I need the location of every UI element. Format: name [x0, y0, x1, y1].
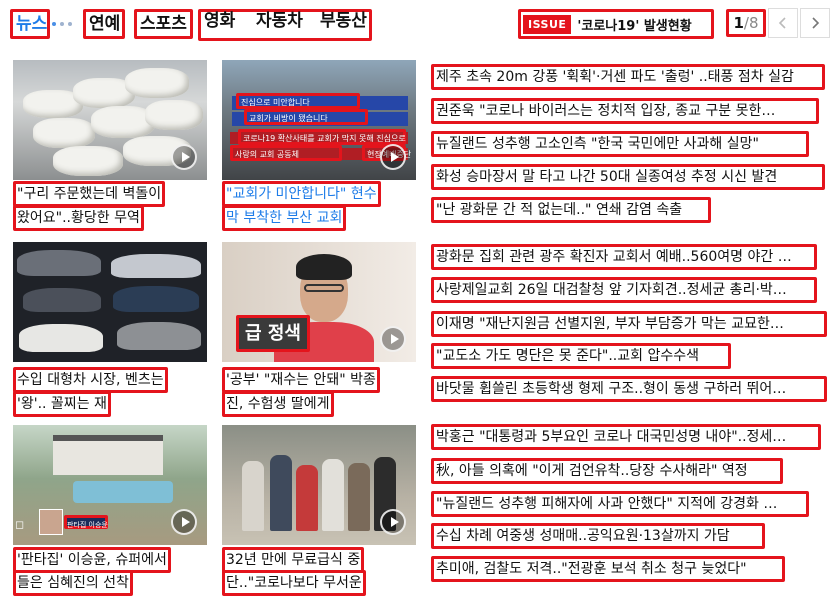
news-card[interactable] — [13, 60, 209, 180]
headline-item[interactable]: 사랑제일교회 26일 대검찰청 앞 기자회견..정세균 총리·박… — [431, 277, 817, 303]
news-thumbnail[interactable]: ◻ 판타집 이승윤 — [13, 425, 207, 545]
headline-item[interactable]: 추미애, 검찰도 저격.."전광훈 보석 취소 청구 늦었다" — [431, 556, 785, 582]
tab-cars[interactable]: 자동차 — [253, 9, 306, 39]
news-thumbnail[interactable] — [222, 425, 416, 545]
camera-icon: ◻ — [15, 518, 25, 531]
headline-item[interactable]: 박홍근 "대통령과 5부요인 코로나 대국민성명 내야"..정세… — [431, 424, 821, 450]
news-caption-line[interactable]: '공부' "재수는 안돼" 박종 — [222, 367, 380, 393]
news-thumbnail[interactable]: 급 정색 — [222, 242, 416, 362]
play-icon[interactable] — [380, 144, 406, 170]
headline-item[interactable]: 바닷물 휩쓸린 초등학생 형제 구조..형이 동생 구하러 뛰어… — [431, 376, 827, 402]
tab-movies[interactable]: 영화 — [201, 9, 238, 39]
headline-item[interactable]: 수십 차례 여중생 성매매..공익요원·13살까지 가담 — [431, 523, 765, 549]
headline-item[interactable]: 권준욱 "코로나 바이러스는 정치적 입장, 종교 구분 못한… — [431, 98, 819, 124]
news-caption-line[interactable]: '왕'.. 꼴찌는 재 — [13, 391, 111, 417]
thumb-sign: 진심으로 미안합니다 — [236, 93, 360, 109]
news-thumbnail[interactable] — [13, 60, 207, 180]
news-caption-line[interactable]: 진, 수험생 딸에게 — [222, 391, 334, 417]
next-page-button[interactable] — [800, 8, 830, 38]
news-card[interactable]: ◻ 판타집 이승윤 — [13, 425, 209, 545]
headline-item[interactable]: 화성 승마장서 말 타고 나간 50대 실종여성 추정 시신 발견 — [431, 164, 825, 190]
play-icon[interactable] — [171, 144, 197, 170]
page-total: /8 — [743, 14, 759, 32]
headline-item[interactable]: 제주 초속 20m 강풍 '휙휙'·거센 파도 '출렁' ..태풍 점차 실감 — [431, 64, 825, 90]
thumb-sign: 교회가 비방이 됐습니다 — [244, 109, 368, 125]
prev-page-button[interactable] — [768, 8, 798, 38]
news-caption-line[interactable]: "교회가 미안합니다" 현수 — [222, 181, 381, 207]
issue-badge: ISSUE — [523, 14, 572, 34]
headline-item[interactable]: "난 광화문 간 적 없는데.." 연쇄 감염 속출 — [431, 197, 711, 223]
headline-item[interactable]: 뉴질랜드 성추행 고소인측 "한국 국민에만 사과해 실망" — [431, 131, 809, 157]
thumb-sign: 코로나19 확산사태를 교회가 막지 못해 진심으로 — [238, 129, 406, 145]
news-card[interactable]: 진심으로 미안합니다 교회가 비방이 됐습니다 코로나19 확산사태를 교회가 … — [222, 60, 418, 180]
play-icon[interactable] — [380, 509, 406, 535]
news-card[interactable] — [13, 242, 209, 362]
chevron-left-icon — [778, 17, 786, 29]
tab-sports[interactable]: 스포츠 — [134, 9, 193, 39]
news-caption-line[interactable]: 왔어요"..황당한 무역 — [13, 205, 144, 231]
news-thumbnail[interactable] — [13, 242, 207, 362]
news-section-header: 뉴스 연예 스포츠 영화 자동차 부동산 ISSUE '코로나19' 발생현황 … — [0, 0, 836, 46]
news-card[interactable]: 급 정색 — [222, 242, 418, 362]
tab-real-estate[interactable]: 부동산 — [317, 9, 370, 39]
thumb-sign: 사랑의 교회 공동체 — [230, 145, 342, 161]
page-current: 1 — [733, 14, 744, 32]
headline-item[interactable]: "뉴질랜드 성추행 피해자에 사과 안했다" 지적에 강경화 … — [431, 491, 809, 517]
tab-carousel-dots — [52, 22, 72, 26]
news-card[interactable] — [222, 425, 418, 545]
thumb-caption-label: 판타집 이승윤 — [64, 515, 108, 529]
tab-entertainment[interactable]: 연예 — [83, 9, 125, 39]
chevron-right-icon — [812, 17, 820, 29]
news-caption-line[interactable]: 막 부착한 부산 교회 — [222, 205, 347, 231]
play-icon[interactable] — [171, 509, 197, 535]
tab-news[interactable]: 뉴스 — [10, 9, 50, 39]
news-caption-line[interactable]: 들은 심혜진의 선착 — [13, 570, 133, 596]
issue-link[interactable]: ISSUE '코로나19' 발생현황 — [518, 9, 714, 39]
headline-item[interactable]: 秋, 아들 의혹에 "이게 검언유착..당장 수사해라" 역정 — [431, 458, 783, 484]
headline-item[interactable]: 이재명 "재난지원금 선별지원, 부자 부담증가 막는 교묘한… — [431, 311, 827, 337]
page-indicator: 1/8 — [726, 9, 766, 37]
thumb-caption-label: 급 정색 — [236, 315, 310, 352]
issue-title: '코로나19' 발생현황 — [577, 18, 692, 34]
news-caption-line[interactable]: 단.."코로나보다 무서운 — [222, 570, 366, 596]
news-caption-line[interactable]: "구리 주문했는데 벽돌이 — [13, 181, 166, 207]
inset-portrait — [39, 509, 63, 535]
play-icon[interactable] — [380, 326, 406, 352]
headline-item[interactable]: "교도소 가도 명단은 못 준다"..교회 압수수색 — [431, 343, 731, 369]
news-caption-line[interactable]: 수입 대형차 시장, 벤츠는 — [13, 367, 168, 393]
news-thumbnail[interactable]: 진심으로 미안합니다 교회가 비방이 됐습니다 코로나19 확산사태를 교회가 … — [222, 60, 416, 180]
headline-item[interactable]: 광화문 집회 관련 광주 확진자 교회서 예배..560여명 야간 … — [431, 244, 817, 270]
